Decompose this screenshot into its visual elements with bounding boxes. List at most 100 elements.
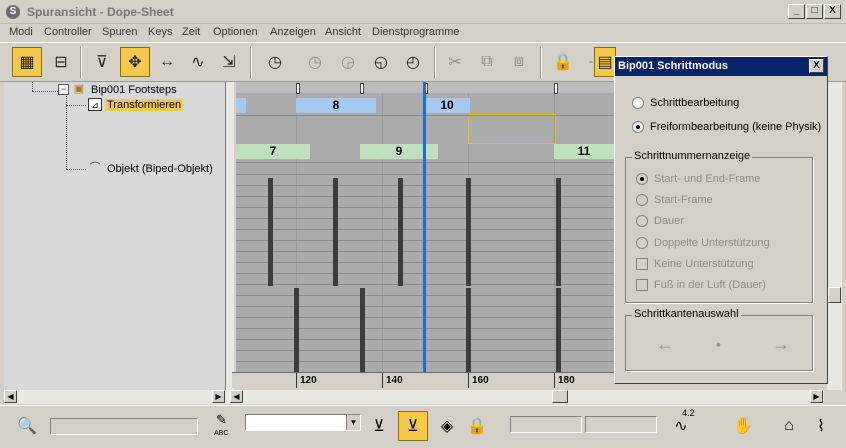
- selection-field[interactable]: [50, 418, 198, 435]
- reverse-time-icon[interactable]: ◶: [333, 47, 363, 77]
- tree-item-transform[interactable]: ⊿ Transformieren: [88, 98, 184, 111]
- radio-button[interactable]: [632, 97, 644, 109]
- filter-animated-icon[interactable]: ⊻: [398, 411, 428, 441]
- footstep-block[interactable]: 11: [554, 144, 614, 159]
- slide-keys-icon[interactable]: ↔: [152, 47, 182, 77]
- select-next-edge-icon[interactable]: →: [772, 334, 790, 355]
- radio-label: Schrittbearbeitung: [650, 97, 740, 109]
- select-previous-edge-icon[interactable]: ←: [656, 334, 674, 355]
- dropdown-arrow-icon[interactable]: ▼: [346, 415, 360, 430]
- key-bar[interactable]: [466, 178, 471, 286]
- dialog-close-button[interactable]: X: [809, 59, 824, 73]
- scroll-thumb[interactable]: [552, 390, 568, 403]
- radio-button[interactable]: [632, 121, 644, 133]
- frame-field[interactable]: [510, 416, 582, 433]
- key-bar[interactable]: [333, 178, 338, 286]
- toolbar-separator: [250, 47, 252, 79]
- radio-freeform-edit[interactable]: Freiformbearbeitung (keine Physik): [632, 121, 821, 133]
- scale-keys-icon[interactable]: ⇲: [214, 47, 244, 77]
- footstep-block[interactable]: [236, 98, 246, 113]
- dialog-title: Bip001 Schrittmodus X: [615, 57, 827, 76]
- tree-item-biped-object[interactable]: ⌒ Objekt (Biped-Objekt): [88, 162, 215, 175]
- key-bar[interactable]: [360, 288, 365, 372]
- menu-optionen[interactable]: Optionen: [213, 26, 258, 38]
- radio-button[interactable]: [636, 194, 648, 206]
- scroll-right-icon[interactable]: ▶: [810, 390, 823, 403]
- track-vertical-scrollbar[interactable]: [827, 82, 842, 390]
- edit-keys-icon[interactable]: ▦: [12, 47, 42, 77]
- copy-icon[interactable]: ⧉: [472, 47, 502, 77]
- filter-selected-icon[interactable]: ⊻: [364, 411, 394, 441]
- footstep-block[interactable]: 7: [236, 144, 310, 159]
- scroll-left-icon[interactable]: ◀: [4, 390, 17, 403]
- menu-anzeigen[interactable]: Anzeigen: [270, 26, 316, 38]
- tree-scrollbar[interactable]: [226, 82, 234, 390]
- key-bar[interactable]: [294, 288, 299, 372]
- delete-time-icon[interactable]: ◷: [300, 47, 330, 77]
- filter-icon[interactable]: ⊽: [87, 47, 117, 77]
- radio-button[interactable]: [636, 237, 648, 249]
- menu-zeit[interactable]: Zeit: [182, 26, 200, 38]
- maximize-button[interactable]: □: [806, 4, 823, 19]
- scale-time-icon[interactable]: ◵: [366, 47, 396, 77]
- select-center-icon[interactable]: •: [716, 336, 721, 352]
- checkbox-no-support[interactable]: Keine Unterstützung: [636, 258, 754, 270]
- scroll-thumb[interactable]: [828, 287, 841, 303]
- step-edge-selection-group: Schrittkantenauswahl ← • →: [625, 308, 813, 371]
- value-field[interactable]: [585, 416, 657, 433]
- radio-start-frame[interactable]: Start-Frame: [636, 194, 713, 206]
- lock-icon[interactable]: 🔒: [548, 47, 578, 77]
- checkbox-foot-in-air[interactable]: Fuß in der Luft (Dauer): [636, 279, 766, 291]
- menu-modi[interactable]: Modi: [9, 26, 33, 38]
- key-bar[interactable]: [466, 288, 471, 372]
- time-select-icon[interactable]: ◷: [260, 47, 290, 77]
- menu-ansicht[interactable]: Ansicht: [325, 26, 361, 38]
- menu-controller[interactable]: Controller: [44, 26, 92, 38]
- menu-spuren[interactable]: Spuren: [102, 26, 137, 38]
- menu-dienstprogramme[interactable]: Dienstprogramme: [372, 26, 459, 38]
- key-bar[interactable]: [556, 178, 561, 286]
- modify-subtree-icon[interactable]: ▤: [594, 47, 616, 77]
- close-button[interactable]: X: [824, 4, 841, 19]
- menu-keys[interactable]: Keys: [148, 26, 172, 38]
- radio-button[interactable]: [636, 215, 648, 227]
- range-handle[interactable]: [554, 83, 558, 94]
- tree-item-footsteps[interactable]: − ▣ Bip001 Footsteps: [58, 83, 179, 96]
- scroll-left-icon[interactable]: ◀: [230, 390, 243, 403]
- checkbox[interactable]: [636, 279, 648, 291]
- minimize-button[interactable]: _: [788, 4, 805, 19]
- zoom-horizontal-icon[interactable]: ⌂: [774, 411, 804, 441]
- edit-ranges-icon[interactable]: ⊟: [46, 47, 76, 77]
- footstep-block[interactable]: 10: [424, 98, 470, 113]
- paste-icon[interactable]: ⧈: [504, 47, 534, 77]
- radio-duration[interactable]: Dauer: [636, 215, 684, 227]
- edit-name-icon[interactable]: ✎: [216, 412, 227, 428]
- add-keys-icon[interactable]: ∿: [183, 47, 213, 77]
- scroll-right-icon[interactable]: ▶: [212, 390, 225, 403]
- radio-start-end-frame[interactable]: Start- und End-Frame: [636, 173, 760, 185]
- filter-unlocked-icon[interactable]: ◈: [432, 411, 462, 441]
- horizontal-scrollbar[interactable]: ◀ ▶ ◀ ▶: [4, 390, 824, 404]
- radio-step-edit[interactable]: Schrittbearbeitung: [632, 97, 739, 109]
- cut-icon[interactable]: ✂: [440, 47, 470, 77]
- footstep-block[interactable]: 9: [360, 144, 438, 159]
- filter-lock-icon[interactable]: 🔒: [462, 411, 492, 441]
- move-keys-icon[interactable]: ✥: [120, 47, 150, 77]
- zoom-value-icon[interactable]: ⌇: [806, 411, 836, 441]
- collapse-icon[interactable]: −: [58, 84, 69, 95]
- checkbox[interactable]: [636, 258, 648, 270]
- time-slider[interactable]: [423, 82, 426, 388]
- key-bar[interactable]: [268, 178, 273, 286]
- footstep-block[interactable]: 8: [296, 98, 376, 113]
- insert-time-icon[interactable]: ◴: [398, 47, 428, 77]
- key-bar[interactable]: [398, 178, 403, 286]
- range-handle[interactable]: [360, 83, 364, 94]
- named-selection-dropdown[interactable]: ▼: [245, 414, 361, 431]
- pan-icon[interactable]: ✋: [728, 411, 758, 441]
- zoom-selected-icon[interactable]: 🔍: [12, 411, 42, 441]
- key-bar[interactable]: [556, 288, 561, 372]
- range-handle[interactable]: [296, 83, 300, 94]
- window-title: Spuransicht - Dope-Sheet: [27, 5, 174, 19]
- radio-button[interactable]: [636, 173, 648, 185]
- radio-double-support[interactable]: Doppelte Unterstützung: [636, 237, 770, 249]
